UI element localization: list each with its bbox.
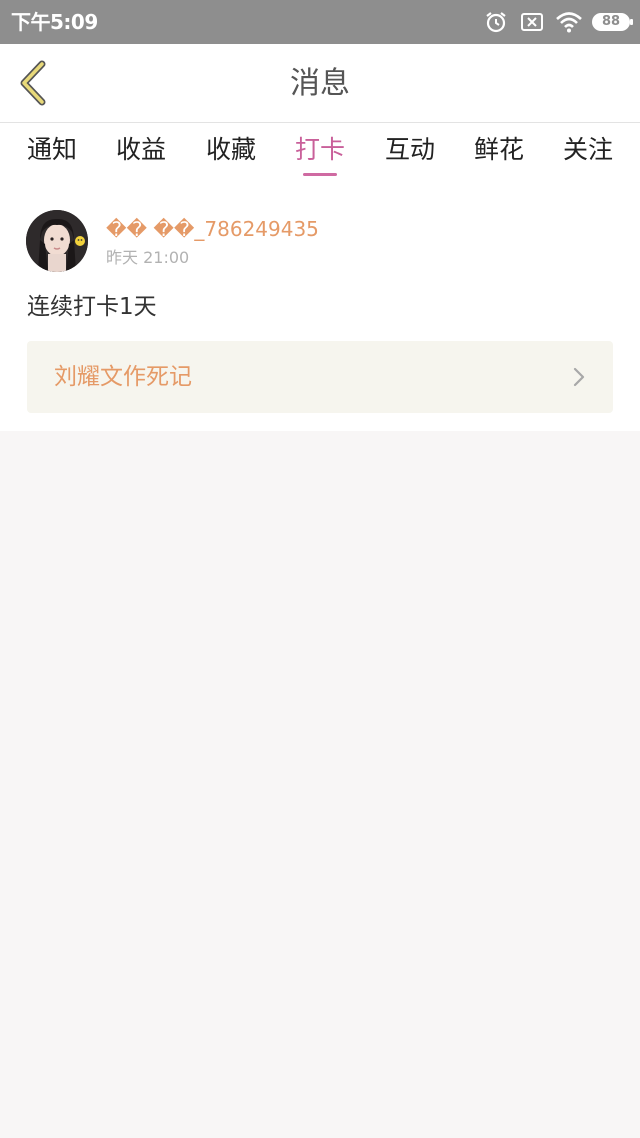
alarm-icon xyxy=(484,10,508,34)
header: 消息 xyxy=(0,44,640,123)
battery-icon: 88 xyxy=(592,13,633,31)
work-link-card[interactable]: 刘耀文作死记 xyxy=(27,341,613,413)
tab-notifications[interactable]: 通知 xyxy=(7,133,97,167)
message-text: 连续打卡1天 xyxy=(27,294,157,320)
tab-flowers[interactable]: 鲜花 xyxy=(454,133,544,167)
work-title: 刘耀文作死记 xyxy=(54,364,192,390)
sim-off-icon xyxy=(520,11,544,33)
status-time: 下午5:09 xyxy=(11,10,98,34)
username[interactable]: �� ��_786249435 xyxy=(106,215,319,243)
tab-follows[interactable]: 关注 xyxy=(543,133,633,167)
tab-favorites[interactable]: 收藏 xyxy=(186,133,276,167)
tab-bar: 通知 收益 收藏 打卡 互动 鲜花 关注 xyxy=(0,123,640,181)
message-item: �� ��_786249435 昨天 21:00 连续打卡1天 刘耀文作死记 xyxy=(0,181,640,431)
avatar[interactable] xyxy=(26,210,88,272)
tab-earnings[interactable]: 收益 xyxy=(96,133,186,167)
tab-interactions[interactable]: 互动 xyxy=(365,133,455,167)
page-title: 消息 xyxy=(290,66,350,101)
post-time: 昨天 21:00 xyxy=(106,248,190,267)
active-tab-indicator xyxy=(303,173,337,176)
wifi-icon xyxy=(556,11,582,33)
tab-checkin[interactable]: 打卡 xyxy=(275,133,365,167)
status-bar: 下午5:09 88 xyxy=(0,0,640,44)
status-icons: 88 xyxy=(472,8,633,36)
chevron-right-icon xyxy=(573,367,585,387)
